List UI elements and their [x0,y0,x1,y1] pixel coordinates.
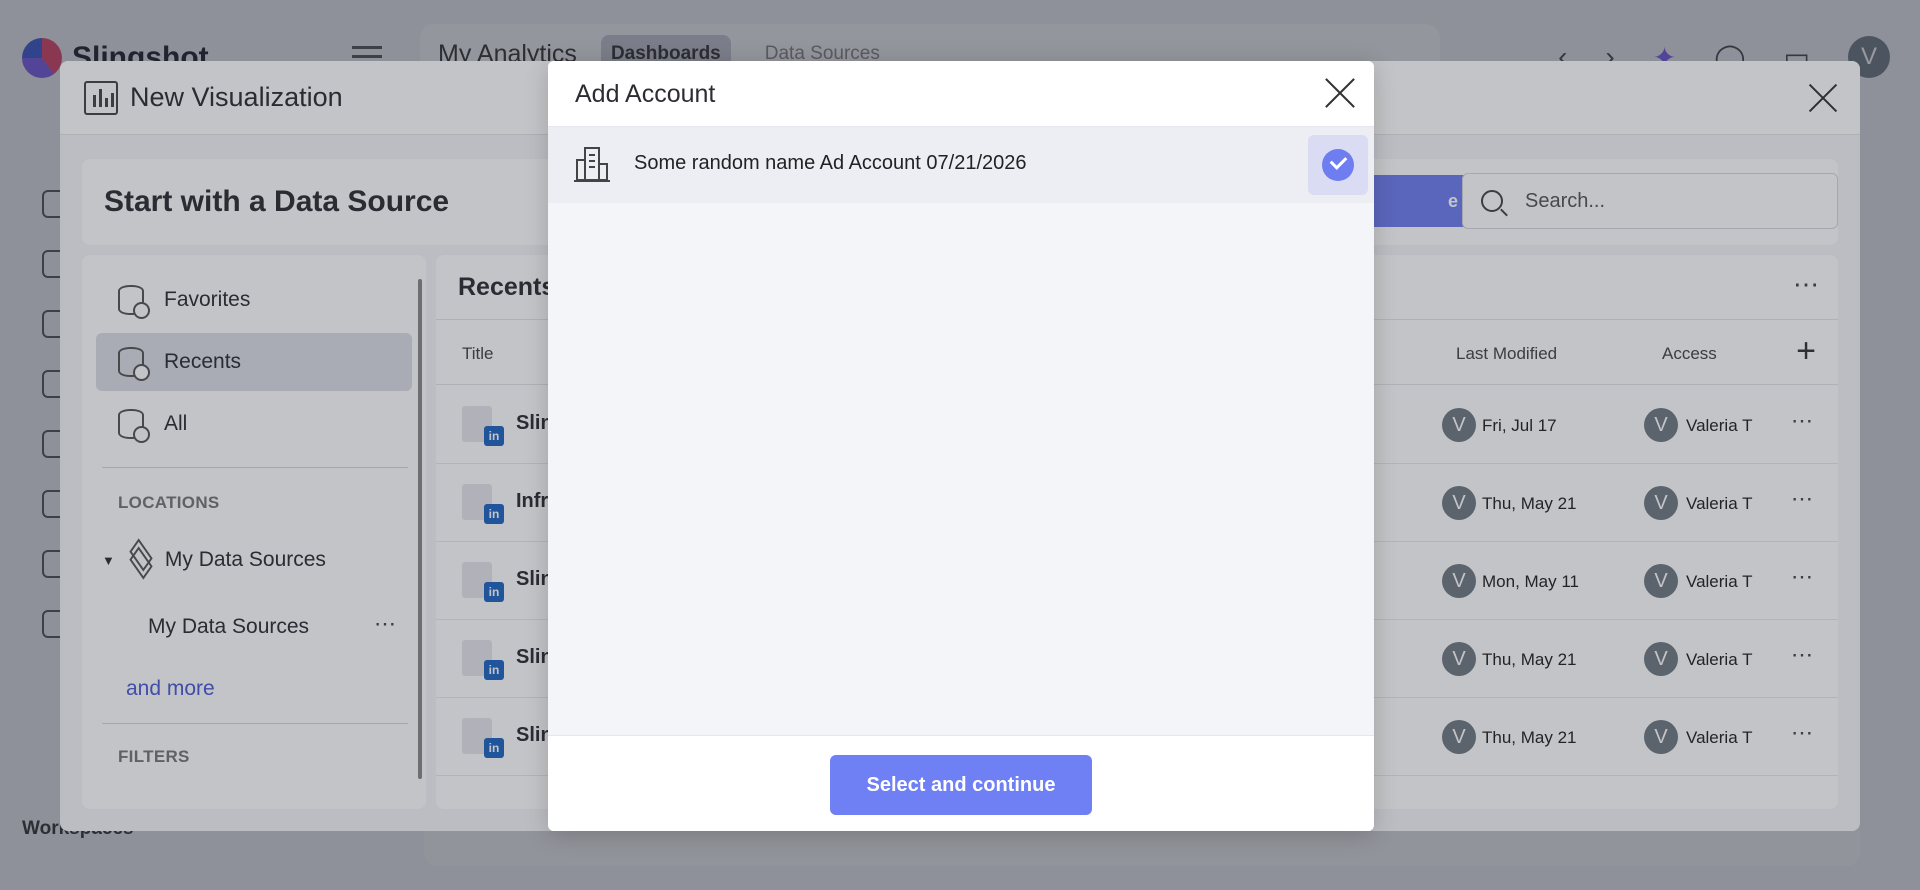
account-name: Some random name Ad Account 07/21/2026 [634,152,1027,174]
add-account-dialog: Add Account Some random name Ad Account … [548,61,1374,831]
account-row[interactable]: Some random name Ad Account 07/21/2026 [548,127,1374,203]
select-and-continue-button[interactable]: Select and continue [830,755,1092,815]
building-icon [574,147,610,183]
dialog-title: Add Account [575,80,716,108]
dialog-header: Add Account [548,61,1374,127]
dialog-footer: Select and continue [548,735,1374,831]
check-icon [1322,149,1354,181]
close-icon[interactable] [1324,77,1356,109]
account-checkbox[interactable] [1308,135,1368,195]
